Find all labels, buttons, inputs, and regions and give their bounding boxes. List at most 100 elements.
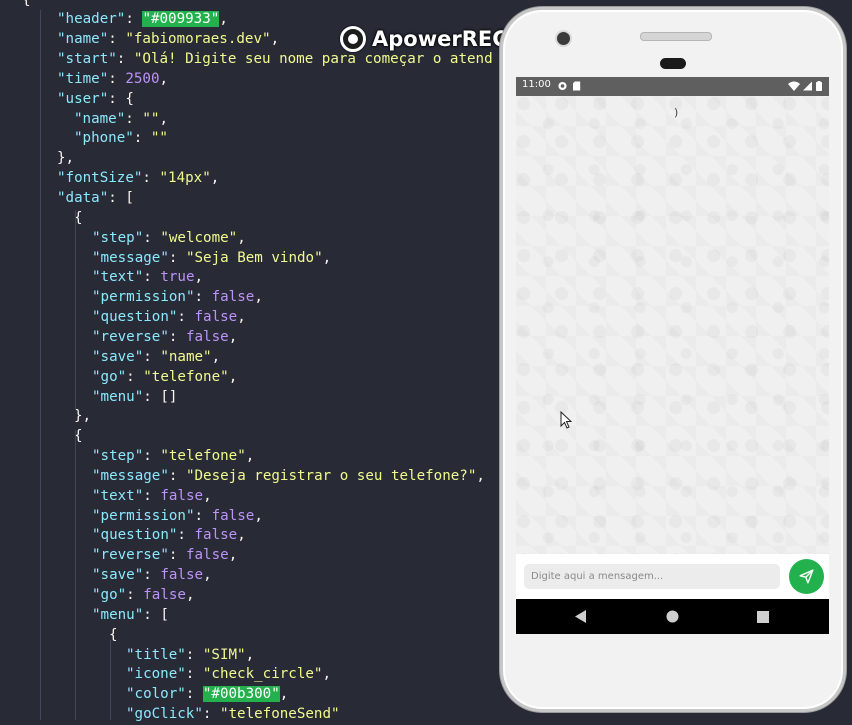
code-token: "reverse" — [92, 328, 169, 345]
code-line: "reverse": false, — [92, 328, 237, 348]
code-line: "menu": [] — [92, 388, 177, 408]
indent-guide — [75, 210, 76, 410]
code-line: "data": [ — [57, 189, 134, 209]
home-icon — [666, 610, 678, 623]
code-line: "name": "fabiomoraes.dev", — [57, 30, 279, 50]
code-line: "permission": false, — [92, 507, 263, 527]
code-token: : — [108, 70, 126, 87]
code-token: "permission" — [92, 507, 195, 524]
code-line: "name": "", — [74, 110, 168, 130]
code-token: : — [168, 328, 186, 345]
code-token: 2500 — [125, 70, 160, 87]
code-token: : — [116, 51, 134, 68]
code-token: , — [254, 289, 263, 306]
nav-recents-button[interactable] — [743, 599, 783, 634]
indent-guide — [40, 10, 41, 720]
code-token: , — [185, 587, 195, 603]
mouse-cursor-icon — [560, 411, 572, 429]
code-token: , — [228, 368, 238, 385]
code-token: , — [270, 31, 280, 48]
code-token: : — [126, 587, 144, 603]
code-token: : — [143, 567, 161, 584]
code-token: "" — [142, 110, 160, 127]
chat-area[interactable]: ) — [516, 96, 829, 554]
proximity-sensor — [660, 58, 686, 69]
code-token: : [ — [143, 606, 169, 623]
code-token: "welcome" — [160, 229, 238, 246]
code-token: , — [159, 110, 168, 127]
code-line: { — [22, 0, 31, 10]
code-token: : — [142, 170, 160, 187]
earpiece-speaker — [640, 32, 712, 41]
message-input[interactable] — [524, 564, 780, 589]
code-token: "fabiomoraes.dev" — [125, 31, 271, 48]
code-token: "name" — [57, 31, 109, 48]
code-token: "SIM" — [202, 646, 246, 663]
code-token: "text" — [92, 487, 144, 504]
code-line: "question": false, — [92, 526, 246, 546]
code-token: : — [185, 666, 203, 683]
recents-icon — [757, 610, 769, 623]
code-line: "icone": "check_circle", — [126, 665, 331, 685]
code-token: : — [177, 527, 195, 544]
code-token: , — [194, 269, 204, 286]
code-line: "save": false, — [92, 566, 212, 586]
code-token: { — [22, 0, 31, 8]
code-line: "text": true, — [92, 268, 203, 288]
code-token: "time" — [57, 70, 109, 87]
code-token: "reverse" — [92, 547, 169, 564]
code-token: : — [143, 348, 161, 365]
code-token: : [ — [108, 190, 134, 206]
code-token: : — [168, 467, 186, 484]
watermark-text: ApowerREC — [372, 27, 508, 51]
code-token: "fontSize" — [57, 170, 143, 187]
code-token: , — [322, 666, 332, 683]
code-line: "question": false, — [92, 308, 246, 328]
code-token: "data" — [57, 190, 109, 206]
code-token: "menu" — [92, 388, 144, 405]
send-button[interactable] — [789, 559, 824, 594]
code-token: : — [143, 269, 161, 286]
code-token: false — [160, 567, 204, 584]
code-token: "Seja Bem vindo" — [185, 249, 323, 266]
code-token: "14px" — [159, 170, 211, 187]
code-line: "permission": false, — [92, 288, 263, 308]
code-line: "fontSize": "14px", — [57, 169, 219, 189]
notification-app-icon — [558, 81, 567, 91]
code-line: "header": "#009933", — [57, 10, 228, 30]
code-token: "permission" — [92, 289, 195, 306]
color-swatch-token: "#009933" — [142, 11, 220, 28]
code-line: }, — [57, 149, 74, 169]
code-token: false — [211, 507, 255, 524]
code-line: "title": "SIM", — [126, 646, 254, 666]
code-token: "start" — [57, 51, 117, 68]
code-line: "message": "Seja Bem vindo", — [92, 249, 331, 269]
indent-guide — [75, 430, 76, 720]
code-token: false — [194, 527, 238, 544]
code-token: "Deseja registrar o seu telefone?" — [185, 467, 477, 484]
send-icon — [799, 569, 814, 584]
code-token: "telefone" — [143, 368, 229, 385]
code-token: false — [211, 289, 255, 306]
code-token: "menu" — [92, 606, 144, 623]
code-token: : — [194, 289, 212, 306]
code-line: "go": "telefone", — [92, 368, 237, 388]
nav-back-button[interactable] — [561, 599, 601, 634]
status-bar: 11:00 — [516, 77, 829, 96]
code-line: "go": false, — [92, 586, 195, 606]
code-token: , — [203, 487, 212, 504]
apowerrec-logo-icon — [340, 26, 366, 52]
nav-home-button[interactable] — [652, 599, 692, 634]
apowerrec-watermark: ApowerREC — [340, 24, 508, 54]
code-token: false — [143, 587, 186, 603]
code-line: "phone": "" — [74, 129, 168, 149]
code-line: }, — [74, 407, 91, 427]
code-line: "step": "welcome", — [92, 229, 246, 249]
code-token: : [] — [143, 388, 178, 405]
code-token: "phone" — [74, 130, 134, 147]
code-token: "message" — [92, 249, 169, 266]
sd-card-icon — [573, 81, 581, 91]
wifi-icon — [788, 81, 800, 91]
code-token: "user" — [57, 90, 109, 107]
code-token: , — [254, 507, 263, 524]
